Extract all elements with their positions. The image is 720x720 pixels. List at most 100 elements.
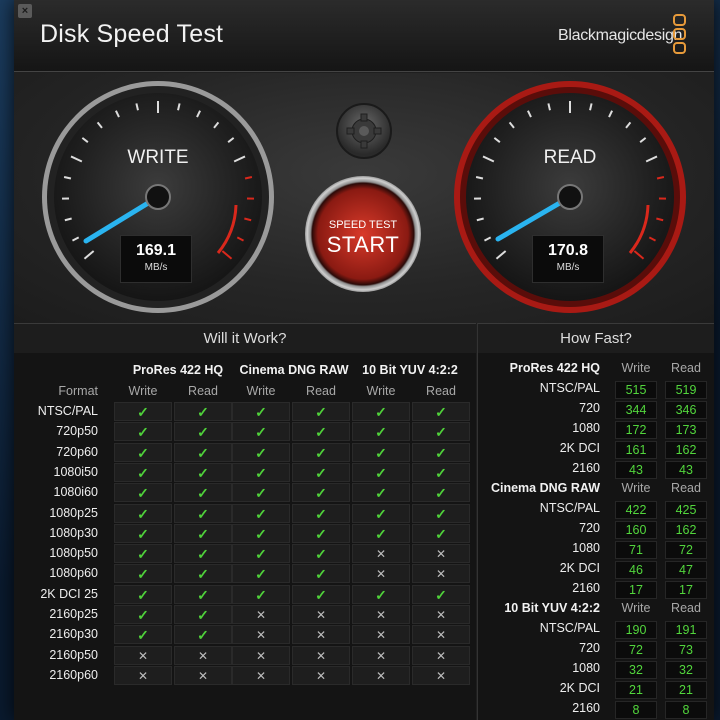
format-label: NTSC/PAL — [539, 621, 600, 635]
check-icon: ✓ — [174, 483, 232, 503]
check-icon: ✓ — [412, 422, 470, 442]
will-it-work-panel: ProRes 422 HQ Cinema DNG RAW 10 Bit YUV 4:… — [14, 353, 476, 720]
check-icon: ✓ — [174, 462, 232, 482]
check-icon: ✓ — [292, 462, 350, 482]
cross-icon: ✕ — [292, 665, 350, 685]
gauge-area: WRITE 169.1 MB/s SPEED TEST START READ 1… — [14, 73, 714, 323]
check-icon: ✓ — [114, 605, 172, 624]
check-icon: ✓ — [174, 523, 232, 543]
read-value: 162 — [665, 441, 707, 459]
read-value: 73 — [665, 641, 707, 659]
write-value: 8 — [615, 701, 657, 719]
cross-icon: ✕ — [292, 625, 350, 645]
cross-icon: ✕ — [352, 645, 410, 665]
cross-icon: ✕ — [352, 564, 410, 584]
check-icon: ✓ — [174, 402, 232, 421]
codec-header: Cinema DNG RAW — [239, 363, 349, 377]
check-icon: ✓ — [352, 503, 410, 523]
table-row: 2160p60 ✕ ✕ ✕ ✕ ✕ ✕ — [20, 665, 470, 685]
format-label: 2160 — [572, 461, 600, 475]
check-icon: ✓ — [412, 483, 470, 503]
start-button[interactable]: SPEED TEST START — [305, 176, 421, 292]
check-icon: ✓ — [232, 523, 290, 543]
read-col-header: Read — [671, 601, 701, 615]
start-button-sublabel: SPEED TEST — [328, 219, 398, 231]
write-value: 169.1 — [135, 242, 177, 259]
write-value: 344 — [615, 401, 657, 419]
check-icon: ✓ — [352, 422, 410, 442]
write-value: 17 — [615, 581, 657, 599]
check-icon: ✓ — [174, 584, 232, 604]
cross-icon: ✕ — [232, 665, 290, 685]
will-it-work-title: Will it Work? — [203, 330, 287, 347]
table-row: 1080i60 ✓ ✓ ✓ ✓ ✓ ✓ — [20, 483, 470, 503]
codec-header: ProRes 422 HQ — [509, 361, 600, 375]
format-label: 720p50 — [56, 424, 98, 439]
table-row: 2K DCI 25 ✓ ✓ ✓ ✓ ✓ ✓ — [20, 584, 470, 604]
cross-icon: ✕ — [412, 645, 470, 665]
brand-name: Blackmagicdesign — [558, 27, 683, 44]
close-icon[interactable]: × — [18, 4, 32, 18]
check-icon: ✓ — [232, 564, 290, 584]
gauge-tick — [63, 176, 72, 180]
read-value: 170.8 — [547, 242, 589, 259]
cross-icon: ✕ — [412, 625, 470, 645]
cross-icon: ✕ — [352, 665, 410, 685]
format-label: 2K DCI — [559, 681, 600, 695]
write-unit: MB/s — [144, 262, 168, 273]
write-value: 43 — [615, 461, 657, 479]
read-value: 346 — [665, 401, 707, 419]
table-row: 1080i50 ✓ ✓ ✓ ✓ ✓ ✓ — [20, 462, 470, 482]
check-icon: ✓ — [114, 422, 172, 442]
read-col-header: Read — [188, 384, 218, 398]
format-label: 1080p50 — [49, 546, 98, 561]
write-value: 515 — [615, 381, 657, 399]
write-value: 21 — [615, 681, 657, 699]
check-icon: ✓ — [352, 483, 410, 503]
format-label: 2160p25 — [49, 607, 98, 621]
codec-header: ProRes 422 HQ — [132, 363, 224, 377]
check-icon: ✓ — [232, 422, 290, 442]
cross-icon: ✕ — [174, 665, 232, 685]
cross-icon: ✕ — [174, 645, 232, 665]
table-row: 1080p50 ✓ ✓ ✓ ✓ ✕ ✕ — [20, 544, 470, 564]
read-col-header: Read — [306, 384, 336, 398]
format-label: 2K DCI — [559, 441, 600, 455]
table-row: 2160p25 ✓ ✓ ✕ ✕ ✕ ✕ — [20, 605, 470, 624]
cross-icon: ✕ — [412, 605, 470, 624]
write-value: 72 — [615, 641, 657, 659]
read-unit: MB/s — [556, 262, 580, 273]
cross-icon: ✕ — [412, 544, 470, 564]
gauge-tick — [475, 176, 484, 180]
check-icon: ✓ — [174, 422, 232, 442]
format-label: 1080p30 — [49, 525, 98, 540]
read-value: 191 — [665, 621, 707, 639]
settings-button[interactable] — [336, 103, 392, 159]
check-icon: ✓ — [232, 584, 290, 604]
cross-icon: ✕ — [232, 625, 290, 645]
check-icon: ✓ — [352, 402, 410, 421]
format-label: NTSC/PAL — [37, 404, 98, 418]
cross-icon: ✕ — [292, 645, 350, 665]
will-it-work-header: Will it Work? — [14, 323, 476, 353]
read-value: 162 — [665, 521, 707, 539]
read-value: 47 — [665, 561, 707, 579]
how-fast-title: How Fast? — [560, 330, 632, 347]
start-button-label: START — [326, 232, 400, 257]
read-col-header: Read — [671, 481, 701, 495]
read-value: 8 — [665, 701, 707, 719]
cross-icon: ✕ — [352, 605, 410, 624]
brand-logo-icon — [673, 14, 687, 58]
format-label: 720 — [579, 521, 600, 535]
write-value: 160 — [615, 521, 657, 539]
cross-icon: ✕ — [292, 605, 350, 624]
check-icon: ✓ — [292, 523, 350, 543]
check-icon: ✓ — [174, 442, 232, 462]
format-label: 2160 — [572, 581, 600, 595]
format-label: 720 — [579, 641, 600, 655]
read-value: 173 — [665, 421, 707, 439]
table-row: 1080p30 ✓ ✓ ✓ ✓ ✓ ✓ — [20, 523, 470, 543]
cross-icon: ✕ — [114, 665, 172, 685]
write-value: 46 — [615, 561, 657, 579]
cross-icon: ✕ — [352, 544, 410, 564]
